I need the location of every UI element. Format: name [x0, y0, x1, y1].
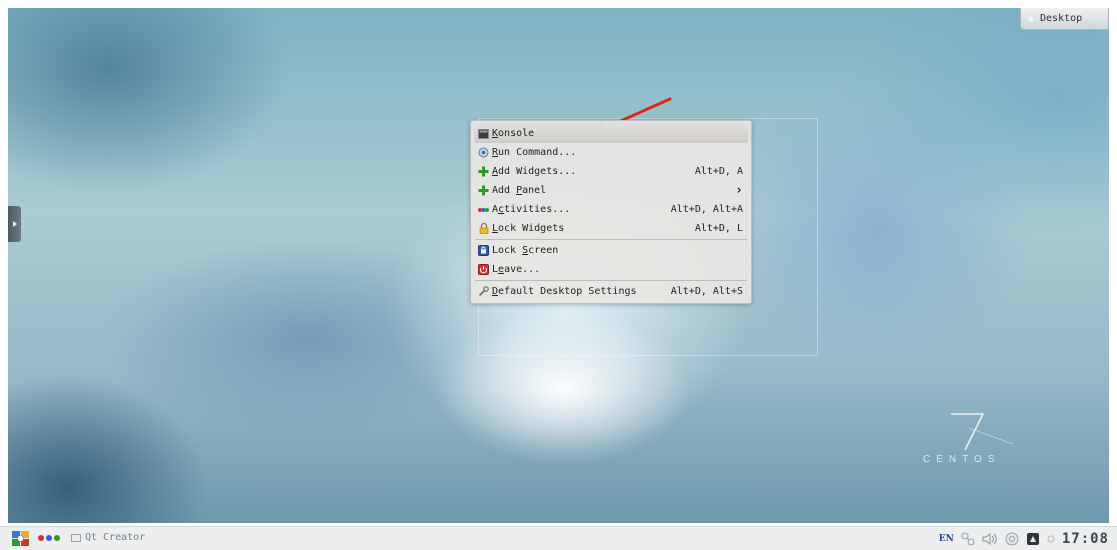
- expand-arrow-icon: [12, 221, 17, 227]
- network-icon[interactable]: [961, 532, 975, 546]
- menu-item-lock-widgets[interactable]: Lock Widgets Alt+D, L: [471, 219, 751, 238]
- menu-item-add-panel[interactable]: Add Panel ›: [471, 181, 751, 200]
- desktop-context-menu: Konsole Run Command... Add Widgets... Al…: [470, 120, 752, 304]
- centos-wordmark: CENTOS: [923, 454, 1001, 465]
- task-qt-creator[interactable]: Qt Creator: [71, 532, 145, 543]
- clock[interactable]: 17:08: [1062, 531, 1109, 547]
- panel-side-handle[interactable]: [8, 206, 21, 242]
- menu-label: Add: [492, 185, 517, 196]
- activities-icon: [478, 204, 489, 215]
- system-tray: EN 17:08: [939, 529, 1109, 548]
- menu-shortcut: Alt+D, L: [694, 223, 743, 234]
- menu-item-leave[interactable]: Leave...: [471, 260, 751, 279]
- lock-screen-icon: [478, 245, 489, 256]
- add-icon: [478, 185, 489, 196]
- run-command-icon: [478, 147, 489, 158]
- menu-label: dd Widgets...: [498, 166, 577, 177]
- menu-item-activities[interactable]: Activities... Alt+D, Alt+A: [471, 200, 751, 219]
- power-icon: [478, 264, 489, 275]
- menu-label: anel: [522, 185, 547, 196]
- centos-7-logo: [951, 413, 1013, 451]
- task-label: Qt Creator: [85, 532, 146, 543]
- add-icon: [478, 166, 489, 177]
- menu-label: ock Widgets: [498, 223, 565, 234]
- desktop-toolbox-button[interactable]: Desktop: [1020, 8, 1109, 30]
- window-icon: [71, 533, 81, 542]
- menu-item-default-desktop-settings[interactable]: Default Desktop Settings Alt+D, Alt+S: [471, 282, 751, 301]
- volume-icon[interactable]: [982, 532, 998, 546]
- menu-shortcut: Alt+D, Alt+S: [670, 286, 743, 297]
- desktop-button-label: Desktop: [1040, 13, 1083, 24]
- menu-label: Lock: [492, 245, 523, 256]
- notifications-icon[interactable]: [1047, 535, 1055, 543]
- clipboard-icon[interactable]: [1005, 532, 1019, 546]
- menu-label: onsole: [498, 128, 535, 139]
- menu-shortcut: Alt+D, A: [694, 166, 743, 177]
- terminal-icon: [478, 128, 489, 139]
- activities-switcher-icon[interactable]: [38, 535, 60, 541]
- application-launcher-icon[interactable]: [11, 530, 31, 547]
- menu-item-add-widgets[interactable]: Add Widgets... Alt+D, A: [471, 162, 751, 181]
- menu-item-lock-screen[interactable]: Lock Screen: [471, 241, 751, 260]
- menu-label: creen: [528, 245, 559, 256]
- menu-separator: [475, 239, 747, 240]
- menu-item-konsole[interactable]: Konsole: [474, 124, 748, 143]
- menu-label: un Command...: [498, 147, 577, 158]
- updates-icon[interactable]: [1026, 532, 1040, 546]
- taskbar: Qt Creator EN 17:08: [0, 526, 1117, 550]
- toolbox-icon: [1027, 14, 1035, 23]
- submenu-arrow-icon: ›: [735, 183, 743, 198]
- menu-separator: [475, 280, 747, 281]
- menu-label: ave...: [504, 264, 541, 275]
- menu-label: efault Desktop Settings: [498, 286, 637, 297]
- keyboard-layout-indicator[interactable]: EN: [939, 534, 954, 544]
- lock-icon: [478, 223, 489, 234]
- menu-label: tivities...: [504, 204, 571, 215]
- menu-shortcut: Alt+D, Alt+A: [670, 204, 743, 215]
- menu-item-run-command[interactable]: Run Command...: [471, 143, 751, 162]
- settings-wrench-icon: [478, 286, 489, 297]
